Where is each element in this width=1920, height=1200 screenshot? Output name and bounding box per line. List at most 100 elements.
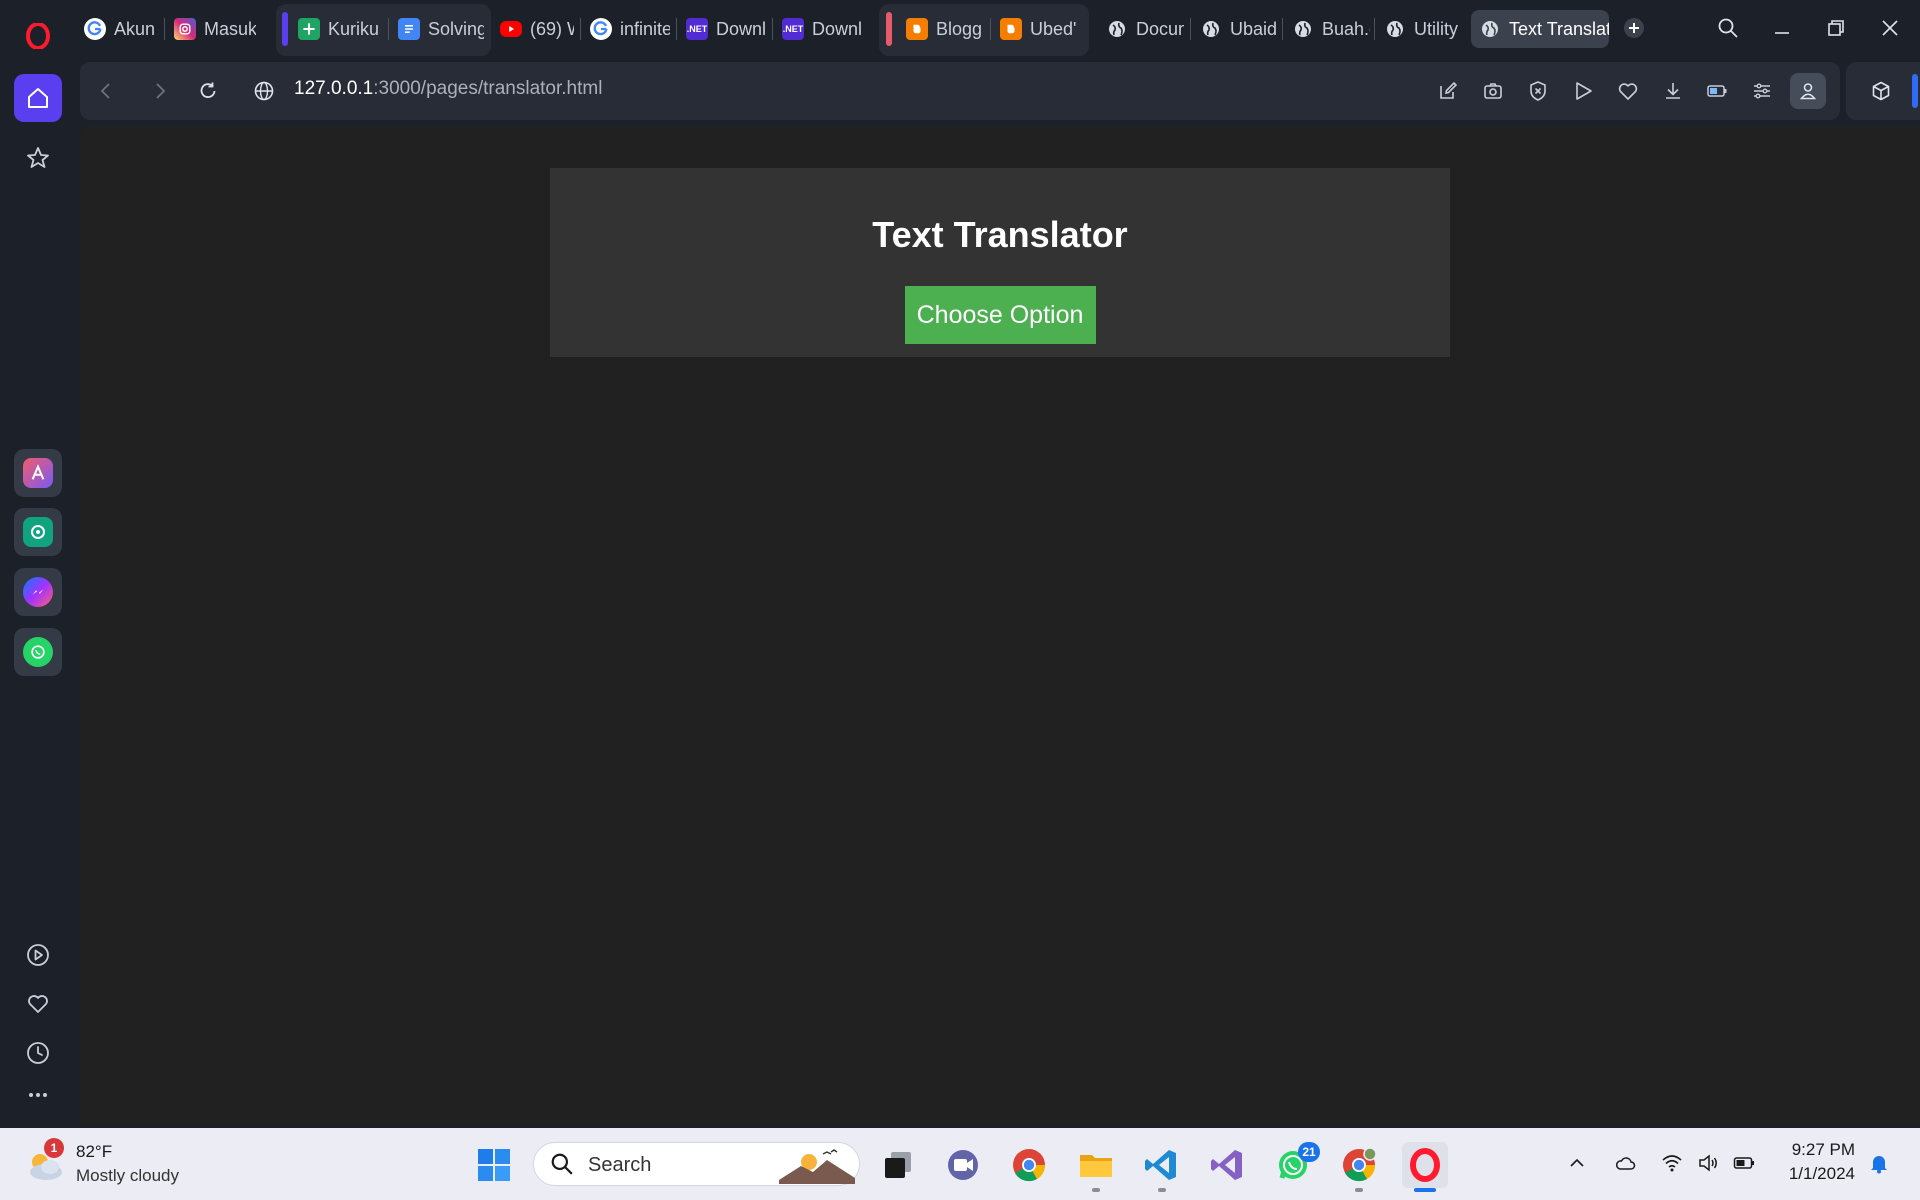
sidebar-whatsapp-button[interactable]	[14, 628, 62, 676]
browser-tab[interactable]: Masuk	[166, 10, 256, 48]
globe-icon	[1106, 18, 1128, 40]
sidebar-speed-dial-button[interactable]	[14, 134, 62, 182]
sidebar-more-button[interactable]	[14, 1071, 62, 1119]
browser-tab-active[interactable]: Text Translat	[1471, 10, 1609, 48]
messenger-icon	[23, 577, 53, 607]
docs-icon	[398, 18, 420, 40]
sidebar-aria-button[interactable]	[14, 449, 62, 497]
url-field[interactable]: 127.0.0.1:3000/pages/translator.html	[294, 78, 602, 100]
sidebar-history-button[interactable]	[14, 1029, 62, 1077]
tab-group-2-marker	[886, 12, 892, 46]
reload-button[interactable]	[192, 75, 224, 107]
teams-meet-button[interactable]	[940, 1142, 986, 1188]
downloads-button[interactable]	[1658, 76, 1688, 106]
browser-tab[interactable]: Utility	[1376, 10, 1462, 48]
opera-taskbar-button[interactable]	[1402, 1142, 1448, 1188]
wifi-button[interactable]	[1657, 1148, 1687, 1178]
minimize-icon	[1775, 32, 1789, 34]
active-app-indicator	[1414, 1188, 1436, 1192]
profile-button[interactable]	[1790, 73, 1826, 109]
tab-strip: Akun G Masuk Kuriku Solving (69) W infin…	[76, 0, 1920, 58]
heart-icon	[28, 995, 48, 1013]
edit-page-button[interactable]	[1433, 76, 1463, 106]
restore-button[interactable]	[1814, 8, 1858, 48]
vscode-button[interactable]	[1138, 1142, 1184, 1188]
minimize-button[interactable]	[1760, 8, 1804, 48]
show-hidden-icons-button[interactable]	[1562, 1148, 1592, 1178]
clock-date: 1/1/2024	[1788, 1164, 1855, 1183]
choose-option-button[interactable]: Choose Option	[904, 286, 1096, 344]
chatgpt-icon	[23, 517, 53, 547]
tab-separator	[676, 18, 677, 40]
file-explorer-button[interactable]	[1073, 1142, 1119, 1188]
snapshot-button[interactable]	[1478, 76, 1508, 106]
back-button[interactable]	[90, 75, 122, 107]
sidebar-accent-marker	[1912, 74, 1918, 108]
battery-saver-button[interactable]	[1702, 76, 1732, 106]
running-indicator	[1092, 1188, 1100, 1192]
onedrive-button[interactable]	[1610, 1148, 1640, 1178]
browser-tab[interactable]: Solving	[390, 10, 484, 48]
whatsapp-icon	[23, 637, 53, 667]
close-window-button[interactable]	[1868, 8, 1912, 48]
edit-icon	[1440, 81, 1458, 99]
opera-menu-logo[interactable]	[14, 12, 62, 60]
browser-tab[interactable]: .NET Downl	[678, 10, 768, 48]
battery-button[interactable]	[1729, 1148, 1759, 1178]
system-clock[interactable]: 9:27 PM 1/1/2024	[1770, 1138, 1855, 1186]
vscode-icon	[1145, 1150, 1176, 1180]
task-view-button[interactable]	[875, 1142, 921, 1188]
adblock-button[interactable]	[1523, 76, 1553, 106]
bookmark-button[interactable]	[1613, 76, 1643, 106]
visual-studio-button[interactable]	[1204, 1142, 1250, 1188]
sidebar-home-button[interactable]	[14, 74, 62, 122]
browser-tab[interactable]: Buah.c	[1284, 10, 1370, 48]
chrome-button[interactable]	[1006, 1142, 1052, 1188]
globe-outline-icon	[254, 81, 274, 101]
browser-tab[interactable]: .NET Downl	[774, 10, 866, 48]
notifications-button[interactable]	[1864, 1148, 1894, 1178]
clock-icon	[27, 1042, 49, 1064]
chevron-left-icon	[100, 83, 110, 99]
page-viewport: Text Translator Choose Option	[80, 126, 1920, 1126]
browser-tab[interactable]: Ubaid	[1192, 10, 1278, 48]
search-icon	[1718, 18, 1738, 38]
volume-button[interactable]	[1693, 1148, 1723, 1178]
browser-tab[interactable]: Ubed'	[992, 10, 1082, 48]
reload-icon	[200, 82, 216, 99]
restore-icon	[1828, 20, 1844, 36]
aria-icon	[23, 458, 53, 488]
extensions-button[interactable]	[1866, 76, 1896, 106]
instagram-icon	[174, 18, 196, 40]
flow-button[interactable]	[1568, 76, 1598, 106]
speaker-icon	[1699, 1154, 1717, 1172]
chrome-profile-button[interactable]	[1336, 1142, 1382, 1188]
weather-widget[interactable]: 1 82°F Mostly cloudy	[24, 1138, 204, 1190]
site-info-button[interactable]	[248, 75, 280, 107]
sidebar-messenger-button[interactable]	[14, 568, 62, 616]
browser-tab[interactable]: infinite	[582, 10, 670, 48]
tab-search-button[interactable]	[1706, 8, 1750, 48]
chevron-up-icon	[1570, 1158, 1584, 1167]
sidebar-pinboards-button[interactable]	[14, 980, 62, 1028]
weather-alert-badge: 1	[44, 1138, 64, 1158]
globe-icon	[1479, 18, 1501, 40]
address-bar: 127.0.0.1:3000/pages/translator.html	[80, 62, 1840, 120]
search-placeholder: Search	[588, 1154, 652, 1176]
new-tab-button[interactable]	[1617, 8, 1651, 48]
browser-tab[interactable]: (69) W	[492, 10, 574, 48]
windows-logo-icon	[478, 1149, 510, 1181]
easy-setup-button[interactable]	[1747, 76, 1777, 106]
blogger-icon	[906, 18, 928, 40]
browser-tab[interactable]: Docum	[1098, 10, 1184, 48]
start-button[interactable]	[471, 1142, 517, 1188]
sidebar-chatgpt-button[interactable]	[14, 508, 62, 556]
browser-tab[interactable]: Akun G	[76, 10, 156, 48]
dotnet-icon: .NET	[686, 18, 708, 40]
taskbar-search-box[interactable]: Search	[533, 1142, 860, 1186]
running-indicator	[1355, 1188, 1363, 1192]
sidebar-player-button[interactable]	[14, 931, 62, 979]
browser-tab[interactable]: Kuriku	[290, 10, 380, 48]
forward-button[interactable]	[144, 75, 176, 107]
browser-tab[interactable]: Blogg	[898, 10, 988, 48]
